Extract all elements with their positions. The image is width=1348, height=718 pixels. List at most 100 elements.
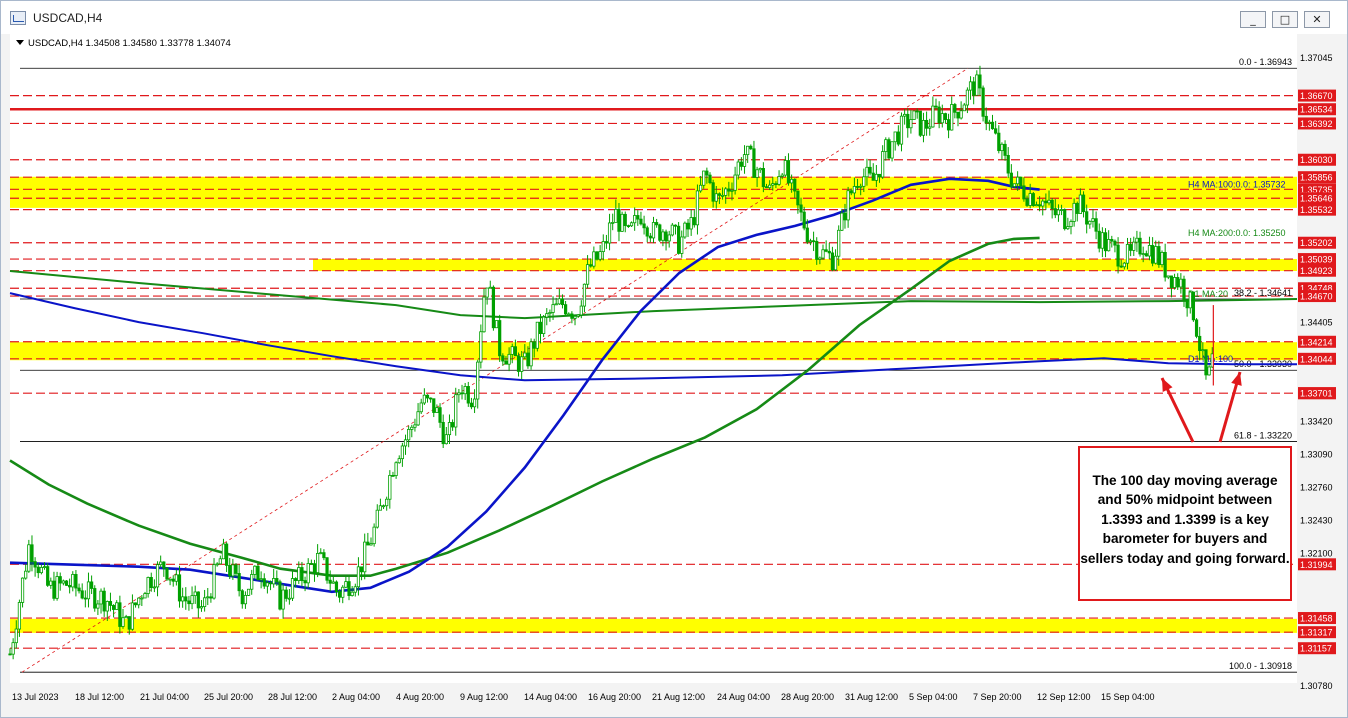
candle-body xyxy=(159,561,163,566)
candle-body xyxy=(852,186,856,194)
candle-body xyxy=(705,170,709,176)
candle-body xyxy=(648,235,652,239)
candle-body xyxy=(469,402,474,408)
candle-body xyxy=(14,628,18,644)
fib-level-label: 38.2 - 1.34641 xyxy=(1234,288,1292,298)
candle-body xyxy=(692,217,696,226)
candle-body xyxy=(1072,202,1076,222)
candle-body xyxy=(196,591,200,609)
price-tick: 1.30780 xyxy=(1300,681,1333,691)
h4-ma100-line xyxy=(9,177,1040,594)
candle-body xyxy=(774,183,778,186)
candle-body xyxy=(454,394,458,428)
candle-body xyxy=(463,386,467,395)
candle-body xyxy=(557,298,561,305)
candle-body xyxy=(761,168,765,188)
candle-body xyxy=(940,113,944,124)
candle-body xyxy=(1069,221,1073,228)
candle-body xyxy=(294,578,298,581)
candle-body xyxy=(391,475,395,477)
candle-body xyxy=(1100,232,1104,249)
candle-body xyxy=(394,462,398,476)
level-price-label: 1.36030 xyxy=(1300,155,1333,165)
candle-body xyxy=(441,421,445,445)
candle-body xyxy=(1160,251,1164,266)
fib-level-label: 100.0 - 1.30918 xyxy=(1229,661,1292,671)
candle-body xyxy=(74,574,78,589)
candle-body xyxy=(717,193,722,196)
candle-body xyxy=(105,601,109,612)
candle-body xyxy=(780,174,784,177)
candle-body xyxy=(884,139,888,152)
candle-body xyxy=(58,576,62,584)
candle-body xyxy=(102,590,106,612)
candle-body xyxy=(71,574,75,588)
candle-body xyxy=(768,184,772,189)
candle-body xyxy=(221,543,226,560)
time-tick: 21 Aug 12:00 xyxy=(652,692,705,702)
candle-body xyxy=(55,576,59,599)
symbol-header[interactable]: USDCAD,H4 1.34508 1.34580 1.33778 1.3407… xyxy=(16,38,231,49)
candle-body xyxy=(799,204,803,213)
candle-body xyxy=(353,586,357,593)
candle-body xyxy=(1147,245,1152,257)
candle-body xyxy=(237,573,241,592)
candle-body xyxy=(52,580,56,599)
candle-body xyxy=(133,602,138,606)
candle-body xyxy=(903,113,907,117)
candle-body xyxy=(962,104,966,112)
level-price-label: 1.34044 xyxy=(1300,354,1333,364)
candle-body xyxy=(607,222,612,244)
candle-body xyxy=(821,249,825,259)
d1-ma100-line xyxy=(9,292,1297,382)
time-tick: 5 Sep 04:00 xyxy=(909,692,958,702)
dropdown-arrow-icon[interactable] xyxy=(16,40,24,45)
candle-body xyxy=(240,590,244,605)
level-price-label: 1.35532 xyxy=(1300,205,1333,215)
candle-body xyxy=(64,580,69,586)
candle-body xyxy=(429,397,433,400)
candle-body xyxy=(111,605,116,610)
price-chart[interactable]: 0.0 - 1.3694338.2 - 1.3464150.0 - 1.3393… xyxy=(0,0,1348,718)
candle-body xyxy=(419,402,423,413)
time-tick: 24 Aug 04:00 xyxy=(717,692,770,702)
candle-body xyxy=(548,312,552,315)
candle-body xyxy=(1041,200,1045,207)
candle-body xyxy=(124,616,128,619)
candle-body xyxy=(620,213,624,232)
candle-body xyxy=(877,173,882,178)
time-tick: 12 Sep 12:00 xyxy=(1037,692,1091,702)
candle-body xyxy=(1194,319,1199,337)
candle-body xyxy=(1198,335,1202,351)
candle-body xyxy=(306,563,310,584)
candle-body xyxy=(118,602,122,627)
candle-body xyxy=(943,113,948,120)
candle-body xyxy=(1125,244,1130,264)
candle-body xyxy=(1025,198,1029,206)
candle-body xyxy=(444,434,448,445)
candle-body xyxy=(1053,208,1057,216)
candle-body xyxy=(1094,218,1098,232)
candle-body xyxy=(1107,239,1111,252)
candle-body xyxy=(909,119,913,129)
candle-body xyxy=(287,597,291,600)
level-price-label: 1.31317 xyxy=(1300,628,1333,638)
candle-body xyxy=(1006,155,1010,174)
candle-body xyxy=(526,352,530,367)
candle-body xyxy=(86,581,91,600)
time-tick: 2 Aug 04:00 xyxy=(332,692,380,702)
candle-body xyxy=(1063,209,1067,230)
candle-body xyxy=(385,498,389,507)
level-price-label: 1.31994 xyxy=(1300,560,1333,570)
candle-body xyxy=(507,353,511,365)
candle-body xyxy=(815,240,819,260)
level-price-label: 1.34214 xyxy=(1300,337,1333,347)
level-price-label: 1.35856 xyxy=(1300,173,1333,183)
time-tick: 9 Aug 12:00 xyxy=(460,692,508,702)
candle-body xyxy=(582,283,587,307)
candle-body xyxy=(303,580,307,584)
candle-body xyxy=(262,578,266,587)
candle-body xyxy=(49,580,53,586)
candle-body xyxy=(1179,278,1183,288)
candle-body xyxy=(683,222,687,238)
